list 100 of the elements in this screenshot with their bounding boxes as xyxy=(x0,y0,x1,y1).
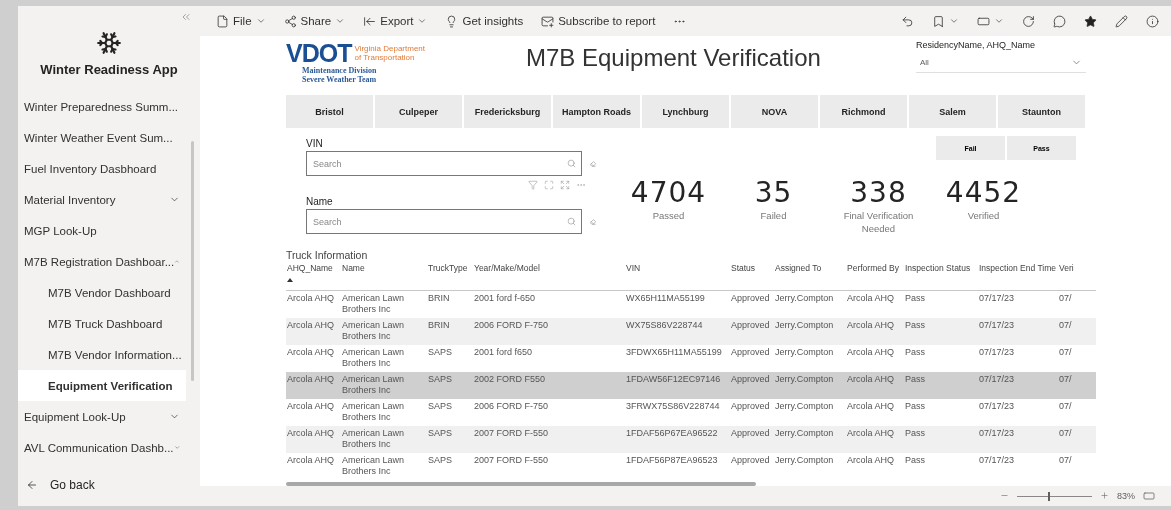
table-cell-text: 07/17/23 xyxy=(978,373,1016,386)
table-cell-text: BRIN xyxy=(427,292,451,305)
nav-item[interactable]: M7B Registration Dashboar... xyxy=(18,246,186,277)
table-cell-text: Arcola AHQ xyxy=(846,373,896,386)
zoom-thumb[interactable] xyxy=(1048,491,1051,501)
table-cell-text: SAPS xyxy=(427,427,453,440)
column-header[interactable]: Performed By xyxy=(846,261,904,290)
column-header[interactable]: Status xyxy=(730,261,774,290)
table-cell-text: Pass xyxy=(904,292,926,305)
column-header[interactable]: Inspection Status xyxy=(904,261,978,290)
table-cell-text: Arcola AHQ xyxy=(286,454,336,467)
region-button[interactable]: Staunton xyxy=(998,95,1085,129)
scrollbar[interactable] xyxy=(191,141,194,381)
comment-button[interactable] xyxy=(1051,12,1068,30)
kpi-label: Verified xyxy=(966,209,1001,223)
nav-item[interactable]: Winter Preparedness Summ... xyxy=(18,91,186,122)
nav-item[interactable]: Winter Weather Event Sum... xyxy=(18,122,186,153)
nav-item[interactable]: Fuel Inventory Dasbhoard xyxy=(18,153,186,184)
kpi-label: Final Verification Needed xyxy=(842,209,915,236)
collapse-icon[interactable] xyxy=(180,11,192,23)
table-cell-text: American Lawn Brothers Inc xyxy=(341,292,406,316)
table-cell-text: 2006 FORD F-750 xyxy=(473,400,550,413)
table-cell-text: Pass xyxy=(904,454,926,467)
table-row[interactable]: Arcola AHQ American Lawn Brothers Inc BRIN 2006 FORD F-750 WX75S86V228744 Approved Jerry.Compton Arcola AHQ Pass 07/17/23 07/ xyxy=(286,318,1096,345)
table-cell-text: Approved xyxy=(730,319,771,332)
column-header[interactable]: TruckType xyxy=(427,261,473,290)
report-title: M7B Equipment Verification xyxy=(526,44,822,72)
edit-button[interactable] xyxy=(1113,12,1130,30)
back-link[interactable]: Go back xyxy=(18,472,200,506)
kpi-value: 4452 xyxy=(945,176,1022,210)
toolbar-button[interactable]: File xyxy=(214,12,268,30)
file-icon xyxy=(216,14,229,28)
column-header[interactable]: Inspection End Time xyxy=(978,261,1058,290)
table-cell-text: 3FRWX75S86V228744 xyxy=(625,400,721,413)
table-row[interactable]: Arcola AHQ American Lawn Brothers Inc SAPS 2002 FORD F550 1FDAW56F12EC97146 Approved Jerry.Compton Arcola AHQ Pass 07/17/23 07/ xyxy=(286,372,1096,399)
slicer-label: ResidencyName, AHQ_Name xyxy=(916,40,1037,50)
table-cell-text: Jerry.Compton xyxy=(774,454,835,467)
table-cell-text: Arcola AHQ xyxy=(846,400,896,413)
scrollbar[interactable] xyxy=(286,482,756,486)
column-header[interactable]: Veri xyxy=(1058,261,1086,290)
table-row[interactable]: Arcola AHQ American Lawn Brothers Inc SAPS 2007 FORD F-550 1FDAF56P67EA96522 Approved Jerry.Compton Arcola AHQ Pass 07/17/23 07/ xyxy=(286,426,1096,453)
slicer-dropdown[interactable]: All xyxy=(916,53,1086,73)
nav-item[interactable]: M7B Truck Dashboard xyxy=(18,308,186,339)
chevron-down-icon xyxy=(417,16,428,26)
focus-icon xyxy=(544,180,554,191)
kpi-label: Failed xyxy=(759,209,788,223)
table-cell-text: Jerry.Compton xyxy=(774,346,835,359)
table-cell-text: 1FDAW56F12EC97146 xyxy=(625,373,722,386)
table-cell-text: WX65H11MA55199 xyxy=(625,292,706,305)
table-cell-text: Jerry.Compton xyxy=(774,292,835,305)
region-button[interactable]: NOVA xyxy=(731,95,818,129)
region-button[interactable]: Lynchburg xyxy=(642,95,729,129)
region-button[interactable]: Culpeper xyxy=(375,95,462,129)
table-cell-text: 2006 FORD F-750 xyxy=(473,319,550,332)
nav-item[interactable]: Material Inventory xyxy=(18,184,186,215)
region-button[interactable]: Bristol xyxy=(286,95,373,129)
nav-item[interactable]: AVL Communication Dashb... xyxy=(18,432,186,463)
table-cell-text: Jerry.Compton xyxy=(774,373,835,386)
chevron-down-icon xyxy=(949,16,959,26)
region-button[interactable]: Richmond xyxy=(820,95,907,129)
region-button[interactable]: Hampton Roads xyxy=(553,95,640,129)
mail-plus-icon xyxy=(541,14,555,28)
zoom-in-icon[interactable] xyxy=(1100,490,1109,500)
kpi-value: 35 xyxy=(754,176,793,210)
app-title: Winter Readiness App xyxy=(40,62,178,77)
table-cell-text: Pass xyxy=(904,373,926,386)
table-cell-text: SAPS xyxy=(427,400,453,413)
toolbar-button[interactable]: Subscribe to report xyxy=(539,12,658,30)
toolbar-button[interactable]: Get insights xyxy=(443,12,526,30)
nav-item[interactable]: Equipment Verification xyxy=(18,370,186,401)
table-cell-text: 1FDAF56P87EA96523 xyxy=(625,454,719,467)
column-header[interactable]: Year/Make/Model xyxy=(473,261,625,290)
table-cell-text: SAPS xyxy=(427,454,453,467)
table-cell-text: Arcola AHQ xyxy=(846,346,896,359)
column-header[interactable]: VIN xyxy=(625,261,730,290)
table-cell-text: 2007 FORD F-550 xyxy=(473,454,550,467)
column-header[interactable]: Assigned To xyxy=(774,261,846,290)
region-button[interactable]: Salem xyxy=(909,95,996,129)
column-header[interactable]: Name xyxy=(341,261,427,290)
nav-item[interactable]: M7B Vendor Information... xyxy=(18,339,186,370)
table-cell-text: Approved xyxy=(730,454,771,467)
table-cell-text: American Lawn Brothers Inc xyxy=(341,373,406,397)
table-title: Truck Information xyxy=(286,248,369,261)
eraser-icon xyxy=(590,158,596,169)
region-button[interactable]: Fredericksburg xyxy=(464,95,551,129)
info-button[interactable] xyxy=(1144,12,1161,30)
nav-item[interactable]: MGP Look-Up xyxy=(18,215,186,246)
search-field[interactable]: Search xyxy=(306,209,582,235)
kpi-label: Passed xyxy=(651,209,686,223)
column-header[interactable]: AHQ_Name xyxy=(286,261,341,290)
favorite-button[interactable] xyxy=(1082,12,1099,30)
search-field[interactable]: Search xyxy=(306,151,582,177)
toolbar-button[interactable]: Share xyxy=(281,12,348,30)
toolbar-button[interactable]: Export xyxy=(361,12,430,30)
table-cell-text: Jerry.Compton xyxy=(774,400,835,413)
table-cell-text: Arcola AHQ xyxy=(846,454,896,467)
nav-item[interactable]: M7B Vendor Dashboard xyxy=(18,277,186,308)
kpi-value: 4704 xyxy=(630,176,707,210)
table-cell-text: American Lawn Brothers Inc xyxy=(341,400,406,424)
nav-item[interactable]: Equipment Look-Up xyxy=(18,401,186,432)
